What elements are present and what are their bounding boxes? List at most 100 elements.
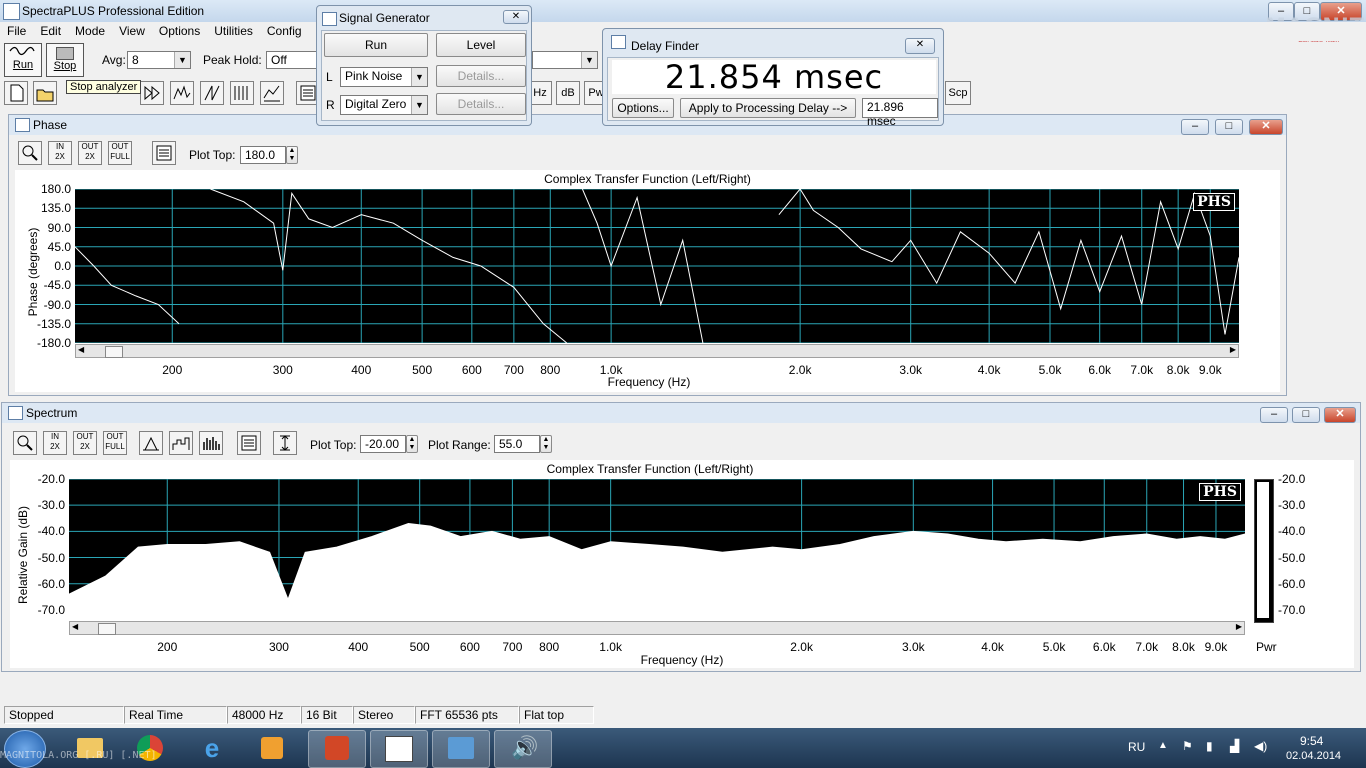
clock-time[interactable]: 9:54 (1300, 734, 1323, 748)
zoom-full-icon[interactable]: OUT FULL (108, 141, 132, 165)
x-tick-label: 300 (268, 640, 289, 654)
menu-view[interactable]: View (112, 22, 152, 40)
open-folder-icon[interactable] (33, 81, 57, 105)
spectrum-close-button[interactable]: ✕ (1324, 407, 1356, 423)
spectrogram-icon[interactable] (230, 81, 254, 105)
spectrum-scrollbar[interactable]: ◀ ▶ (69, 621, 1245, 635)
peak-hold-select[interactable]: Off (266, 51, 318, 69)
zoom-out-2x-icon[interactable]: OUT 2X (78, 141, 102, 165)
new-file-icon[interactable] (4, 81, 28, 105)
spectrum-plot-top-spinner[interactable]: ▲ ▼ (406, 435, 418, 453)
phase-close-button[interactable]: ✕ (1249, 119, 1283, 135)
spectrum-scroll-thumb[interactable] (98, 623, 116, 635)
scroll-left-icon[interactable]: ◀ (78, 345, 84, 354)
scp-label: Scp (948, 87, 968, 99)
media-player-taskbar-icon[interactable] (244, 730, 300, 766)
generator-level-button[interactable]: Level (436, 33, 526, 57)
y-tick-label: 45.0 (47, 239, 71, 254)
phase-scroll-thumb[interactable] (105, 346, 123, 358)
chevron-down-icon: ▼ (581, 52, 597, 68)
language-indicator[interactable]: RU (1128, 740, 1145, 754)
start-button[interactable] (4, 730, 46, 768)
zoom-icon[interactable] (13, 431, 37, 455)
run-button[interactable]: Run (4, 43, 42, 77)
menu-edit[interactable]: Edit (33, 22, 68, 40)
power-meter-tick-label: -30.0 (1278, 498, 1306, 513)
spectrum-x-axis-label: Frequency (Hz) (640, 653, 724, 667)
plot-range-spinner[interactable]: ▲ ▼ (540, 435, 552, 453)
right-signal-select[interactable]: Digital Zero ▼ (340, 95, 428, 115)
powerpoint-taskbar-icon[interactable] (308, 730, 366, 768)
toolbar-select-right[interactable]: ▼ (532, 51, 598, 69)
3d-surface-icon[interactable] (260, 81, 284, 105)
delay-options-button[interactable]: Options... (612, 98, 674, 118)
zoom-in-2x-icon[interactable]: IN 2X (48, 141, 72, 165)
zoom-icon[interactable] (18, 141, 42, 165)
ie-taskbar-icon[interactable]: e (184, 730, 240, 766)
spectrum-window-titlebar: Spectrum – □ ✕ (2, 403, 1360, 423)
range-icon[interactable] (273, 431, 297, 455)
status-mode: Real Time (124, 706, 227, 724)
menu-utilities[interactable]: Utilities (207, 22, 260, 40)
octave-mode-icon[interactable] (169, 431, 193, 455)
x-tick-label: 700 (503, 363, 524, 377)
spectrum-plot-top-input[interactable]: -20.00 (360, 435, 406, 453)
zoom-in-2x-icon[interactable]: IN 2X (43, 431, 67, 455)
x-tick-label: 700 (502, 640, 523, 654)
phase-scrollbar[interactable]: ◀ ▶ (75, 344, 1239, 358)
plot-settings-icon[interactable] (237, 431, 261, 455)
speaker-taskbar-icon[interactable]: 🔊 (494, 730, 552, 768)
scope-button[interactable]: Scp (945, 81, 971, 105)
menu-config[interactable]: Config (260, 22, 309, 40)
phase-maximize-button[interactable]: □ (1215, 119, 1243, 135)
x-tick-label: 4.0k (977, 363, 1001, 377)
clock-date[interactable]: 02.04.2014 (1286, 750, 1341, 762)
ramp-icon[interactable] (200, 81, 224, 105)
network-icon[interactable]: ▟ (1230, 739, 1239, 753)
stop-button[interactable]: Stop (46, 43, 84, 77)
avg-select[interactable]: 8 ▼ (127, 51, 191, 69)
y-tick-label: -60.0 (37, 576, 65, 591)
spectrum-mode-icon[interactable] (170, 81, 194, 105)
menu-file[interactable]: File (0, 22, 33, 40)
line-mode-icon[interactable] (139, 431, 163, 455)
tray-expand-icon[interactable]: ▲ (1158, 740, 1168, 751)
plot-settings-icon[interactable] (152, 141, 176, 165)
left-details-button[interactable]: Details... (436, 65, 526, 87)
menu-mode[interactable]: Mode (68, 22, 112, 40)
scroll-left-icon[interactable]: ◀ (72, 622, 78, 631)
flag-icon[interactable]: ⚑ (1182, 739, 1193, 753)
x-tick-label: 3.0k (899, 363, 923, 377)
y-tick-label: -90.0 (43, 297, 71, 312)
right-details-button[interactable]: Details... (436, 93, 526, 115)
battery-icon[interactable]: ▮ (1206, 739, 1213, 753)
generator-run-button[interactable]: Run (324, 33, 428, 57)
chevron-down-icon: ▼ (174, 52, 190, 68)
plot-range-label: Plot Range: (428, 438, 491, 452)
zoom-full-icon[interactable]: OUT FULL (103, 431, 127, 455)
x-tick-label: 9.0k (1198, 363, 1222, 377)
scroll-right-icon[interactable]: ▶ (1236, 622, 1242, 631)
y-tick-label: -45.0 (43, 278, 71, 293)
volume-icon[interactable]: ◀) (1254, 739, 1267, 753)
phase-plot-top-spinner[interactable]: ▲ ▼ (286, 146, 298, 164)
spectrum-minimize-button[interactable]: – (1260, 407, 1288, 423)
spectrum-maximize-button[interactable]: □ (1292, 407, 1320, 423)
spectraplus-taskbar-icon[interactable] (370, 730, 428, 768)
delay-finder-close-button[interactable]: ✕ (905, 38, 935, 54)
bar-mode-icon[interactable] (199, 431, 223, 455)
signal-generator-close-button[interactable]: ✕ (503, 10, 529, 24)
plot-range-input[interactable]: 55.0 (494, 435, 540, 453)
scroll-right-icon[interactable]: ▶ (1230, 345, 1236, 354)
processing-delay-field[interactable]: 21.896 msec (862, 98, 938, 128)
control-panel-taskbar-icon[interactable] (432, 730, 490, 768)
taskbar-watermark: MAGNITOLA.ORG [.RU] [.NET] (0, 750, 157, 761)
phase-plot-top-input[interactable]: 180.0 (240, 146, 286, 164)
fast-forward-icon[interactable] (140, 81, 164, 105)
menu-options[interactable]: Options (152, 22, 207, 40)
phase-minimize-button[interactable]: – (1181, 119, 1209, 135)
db-button[interactable]: dB (556, 81, 580, 105)
left-signal-select[interactable]: Pink Noise ▼ (340, 67, 428, 87)
apply-processing-delay-button[interactable]: Apply to Processing Delay --> (680, 98, 856, 118)
zoom-out-2x-icon[interactable]: OUT 2X (73, 431, 97, 455)
